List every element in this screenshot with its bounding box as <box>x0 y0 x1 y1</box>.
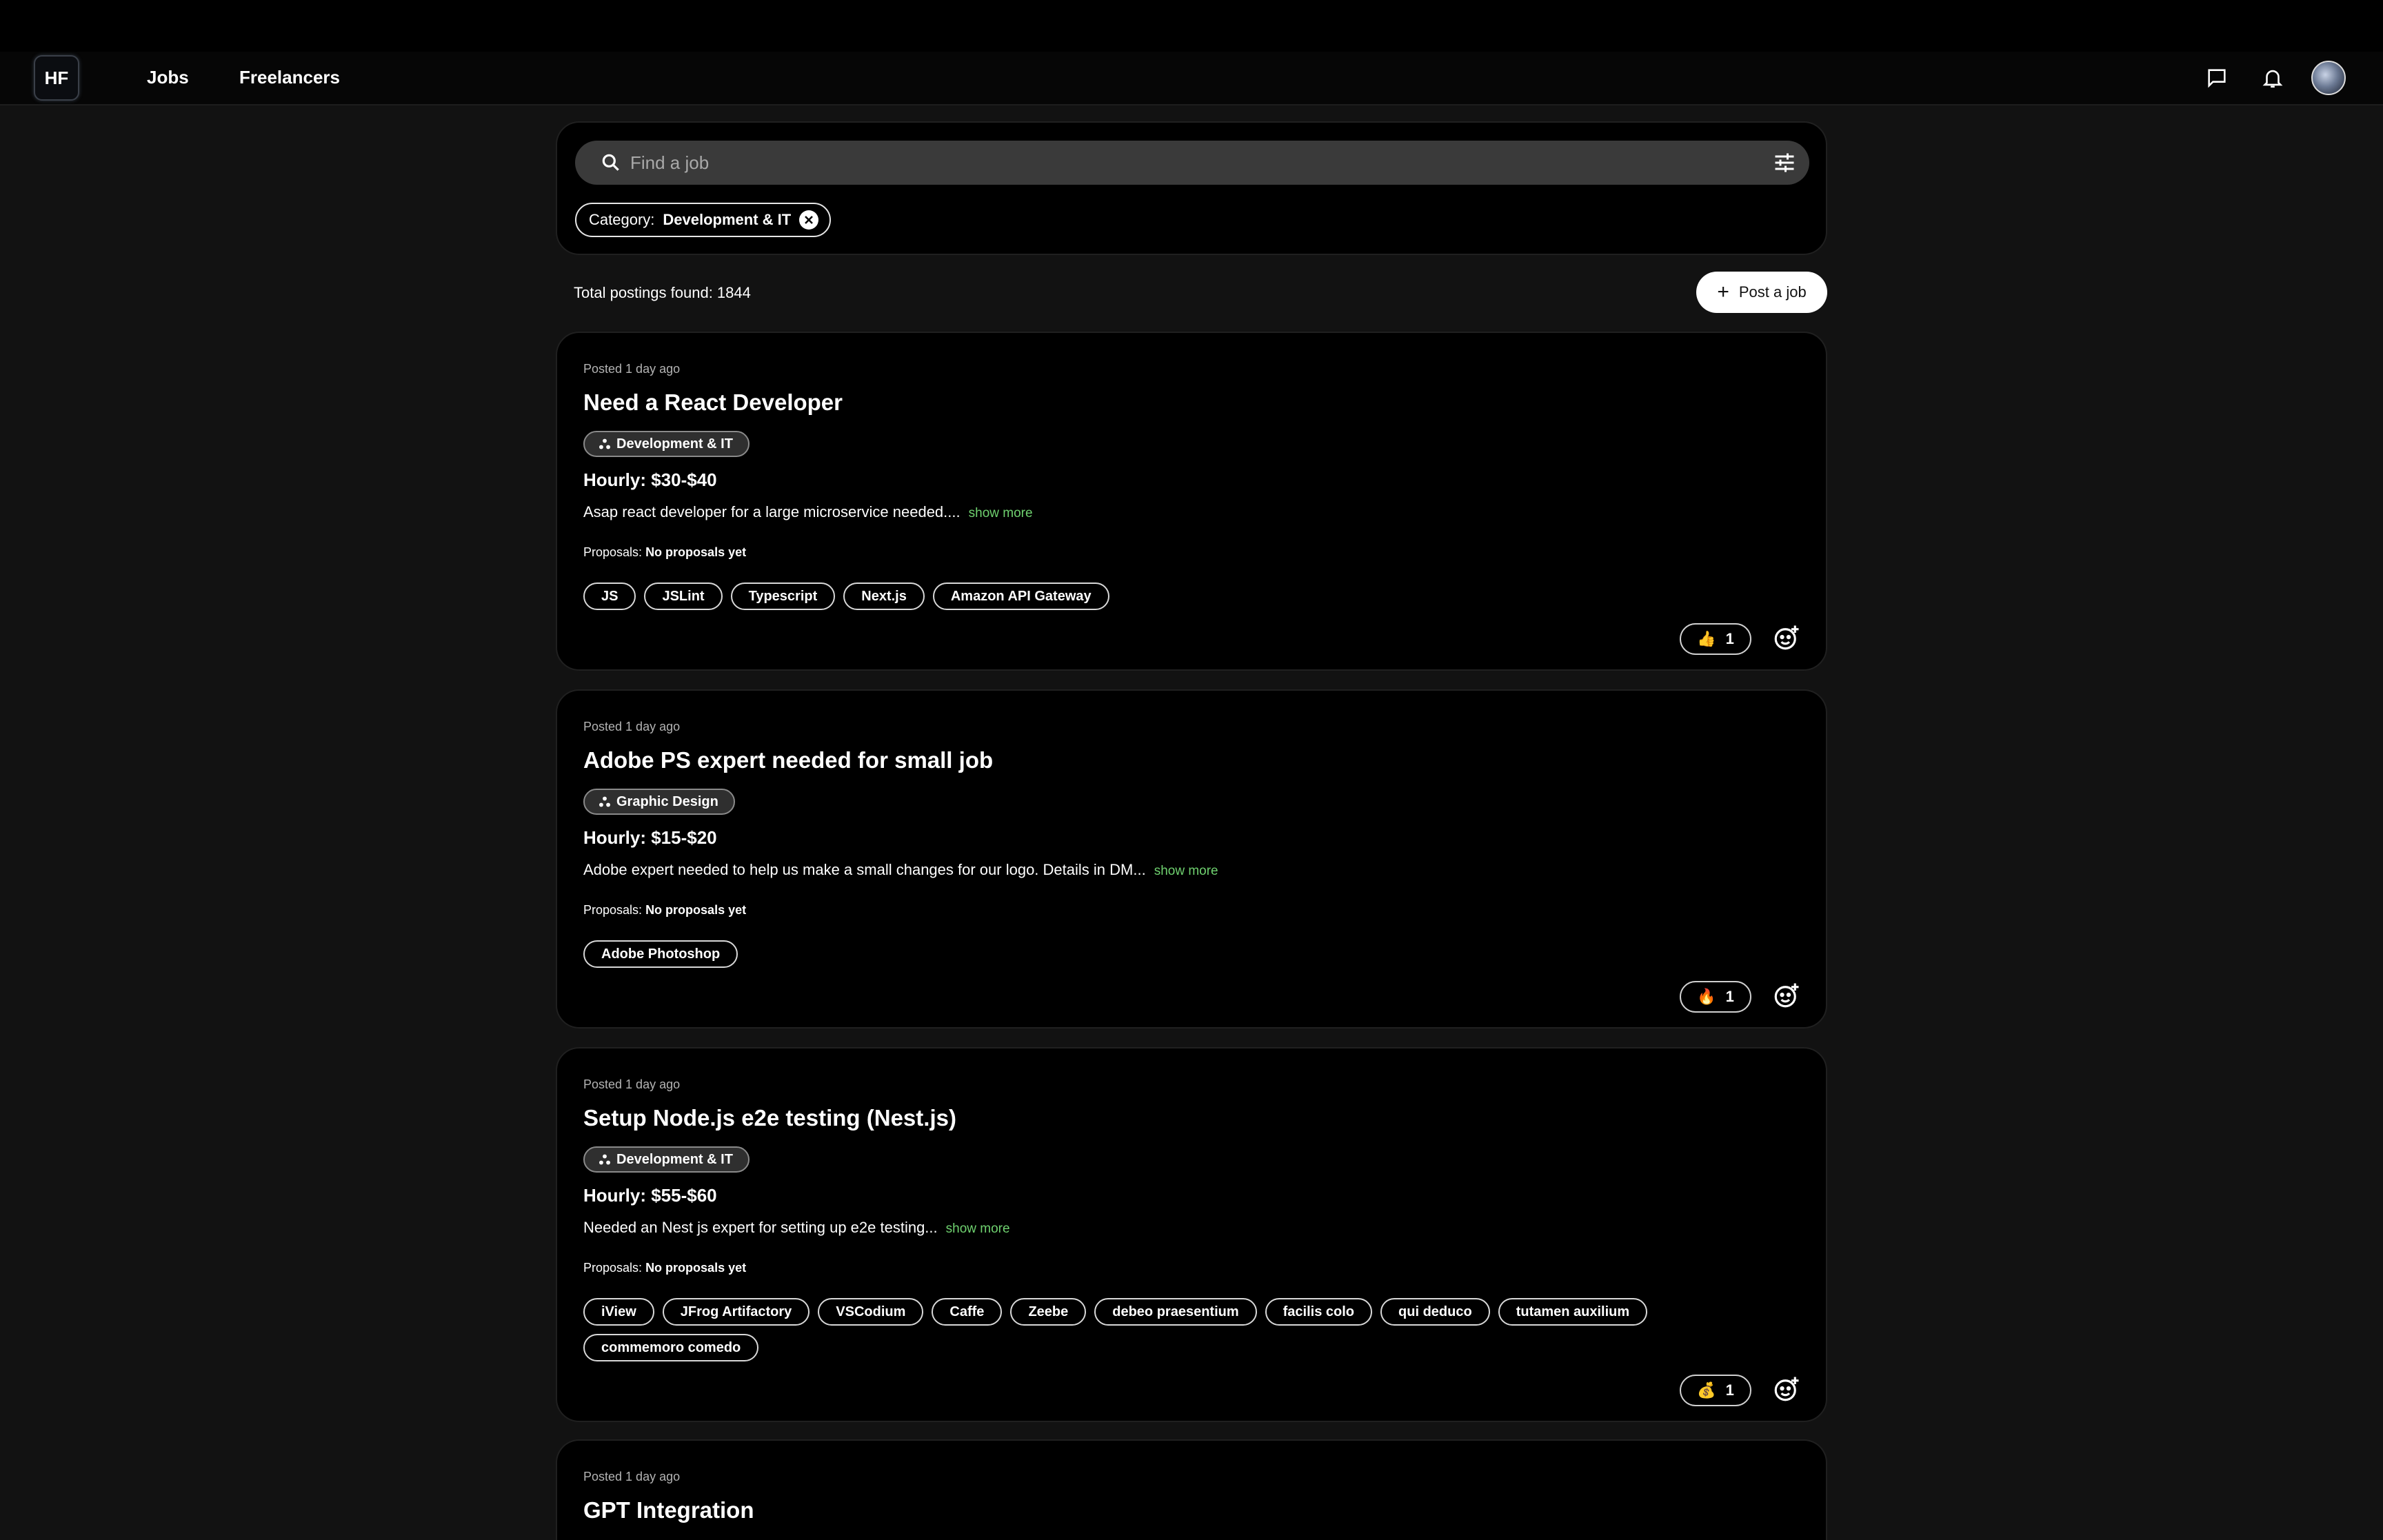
category-badge: Development & IT <box>583 431 750 457</box>
add-reaction-icon[interactable] <box>1772 623 1801 652</box>
job-description: Adobe expert needed to help us make a sm… <box>583 861 1218 879</box>
add-reaction-icon[interactable] <box>1772 1375 1801 1404</box>
skills-list: JS JSLint Typescript Next.js Amazon API … <box>583 582 1797 610</box>
logo[interactable]: HF <box>34 55 79 101</box>
search-input[interactable] <box>630 146 1733 179</box>
skill-tag[interactable]: iView <box>583 1298 654 1326</box>
job-card[interactable]: Posted 1 day ago Adobe PS expert needed … <box>556 689 1827 1029</box>
show-more-link[interactable]: show more <box>969 506 1033 520</box>
thumbs-up-icon: 👍 <box>1697 630 1716 647</box>
proposals-value: No proposals yet <box>645 903 747 917</box>
job-title[interactable]: Adobe PS expert needed for small job <box>583 747 993 773</box>
skill-tag[interactable]: qui deduco <box>1380 1298 1490 1326</box>
add-reaction-icon[interactable] <box>1772 981 1801 1010</box>
job-card[interactable]: Posted 1 day ago Need a React Developer … <box>556 332 1827 671</box>
reaction-badge[interactable]: 🔥 1 <box>1680 981 1751 1013</box>
reaction-count: 1 <box>1725 988 1734 1005</box>
category-filter-chip[interactable]: Category: Development & IT <box>575 203 832 237</box>
description-text: Needed an Nest js expert for setting up … <box>583 1219 938 1236</box>
skill-tag[interactable]: JFrog Artifactory <box>662 1298 810 1326</box>
post-job-label: Post a job <box>1738 283 1807 301</box>
skill-tag[interactable]: Next.js <box>843 582 925 610</box>
avatar[interactable] <box>2311 61 2346 95</box>
skill-tag[interactable]: JSLint <box>644 582 723 610</box>
proposals-info: Proposals: No proposals yet <box>583 1261 746 1275</box>
hourly-rate: Hourly: $30-$40 <box>583 469 717 490</box>
posted-time: Posted 1 day ago <box>583 362 681 376</box>
category-badge: Graphic Design <box>583 789 735 815</box>
category-label: Development & IT <box>616 1151 733 1167</box>
posted-time: Posted 1 day ago <box>583 1470 681 1483</box>
nav-jobs[interactable]: Jobs <box>147 67 189 88</box>
skills-list: iView JFrog Artifactory VSCodium Caffe Z… <box>583 1298 1714 1361</box>
skill-tag[interactable]: JS <box>583 582 636 610</box>
category-badge: Development & IT <box>583 1146 750 1173</box>
description-text: Asap react developer for a large microse… <box>583 503 961 520</box>
top-strip <box>0 0 2383 52</box>
job-card[interactable]: Posted 1 day ago Setup Node.js e2e testi… <box>556 1047 1827 1422</box>
skill-tag[interactable]: commemoro comedo <box>583 1334 759 1361</box>
search-panel: Category: Development & IT <box>556 121 1827 255</box>
proposals-info: Proposals: No proposals yet <box>583 903 746 918</box>
skill-tag[interactable]: Zeebe <box>1010 1298 1087 1326</box>
job-description: Needed an Nest js expert for setting up … <box>583 1219 1010 1237</box>
hourly-rate: Hourly: $55-$60 <box>583 1185 717 1206</box>
proposals-label: Proposals: <box>583 903 643 917</box>
message-icon[interactable] <box>2202 63 2232 93</box>
skill-tag[interactable]: Caffe <box>932 1298 1003 1326</box>
chip-value: Development & IT <box>663 211 792 228</box>
money-bag-icon: 💰 <box>1697 1381 1716 1399</box>
proposals-label: Proposals: <box>583 545 643 559</box>
hourly-rate: Hourly: $15-$20 <box>583 827 717 848</box>
plus-icon: + <box>1717 281 1729 303</box>
proposals-value: No proposals yet <box>645 1261 747 1275</box>
category-icon <box>599 438 610 449</box>
search-icon <box>602 154 619 171</box>
skill-tag[interactable]: Adobe Photoshop <box>583 940 738 968</box>
reaction-count: 1 <box>1725 1381 1734 1399</box>
proposals-value: No proposals yet <box>645 545 747 559</box>
job-title[interactable]: Setup Node.js e2e testing (Nest.js) <box>583 1105 956 1131</box>
skill-tag[interactable]: facilis colo <box>1265 1298 1373 1326</box>
job-description: Asap react developer for a large microse… <box>583 503 1033 521</box>
category-icon <box>599 1154 610 1165</box>
skill-tag[interactable]: Typescript <box>730 582 836 610</box>
skill-tag[interactable]: tutamen auxilium <box>1498 1298 1648 1326</box>
post-job-button[interactable]: + Post a job <box>1696 272 1827 313</box>
job-card[interactable]: Posted 1 day ago GPT Integration <box>556 1439 1827 1540</box>
description-text: Adobe expert needed to help us make a sm… <box>583 861 1146 878</box>
category-icon <box>599 796 610 807</box>
job-title[interactable]: Need a React Developer <box>583 389 843 416</box>
proposals-label: Proposals: <box>583 1261 643 1275</box>
chip-key: Category: <box>589 211 655 228</box>
show-more-link[interactable]: show more <box>1154 864 1218 878</box>
reaction-count: 1 <box>1725 630 1734 647</box>
bell-icon[interactable] <box>2258 63 2288 93</box>
nav-freelancers[interactable]: Freelancers <box>239 67 340 88</box>
reaction-badge[interactable]: 💰 1 <box>1680 1375 1751 1406</box>
close-icon[interactable] <box>799 210 819 230</box>
top-navbar: HF Jobs Freelancers <box>0 52 2383 105</box>
job-title[interactable]: GPT Integration <box>583 1497 754 1523</box>
skill-tag[interactable]: VSCodium <box>818 1298 924 1326</box>
show-more-link[interactable]: show more <box>946 1222 1010 1236</box>
proposals-info: Proposals: No proposals yet <box>583 545 746 560</box>
posted-time: Posted 1 day ago <box>583 720 681 733</box>
skill-tag[interactable]: Amazon API Gateway <box>932 582 1109 610</box>
skill-tag[interactable]: debeo praesentium <box>1094 1298 1257 1326</box>
skills-list: Adobe Photoshop <box>583 940 1797 968</box>
fire-icon: 🔥 <box>1697 988 1716 1005</box>
category-label: Development & IT <box>616 436 733 452</box>
total-postings: Total postings found: 1844 <box>574 284 751 301</box>
reaction-badge[interactable]: 👍 1 <box>1680 623 1751 655</box>
search-bar[interactable] <box>575 141 1809 185</box>
filter-sliders-icon[interactable] <box>1772 150 1797 175</box>
category-label: Graphic Design <box>616 793 718 809</box>
posted-time: Posted 1 day ago <box>583 1077 681 1091</box>
